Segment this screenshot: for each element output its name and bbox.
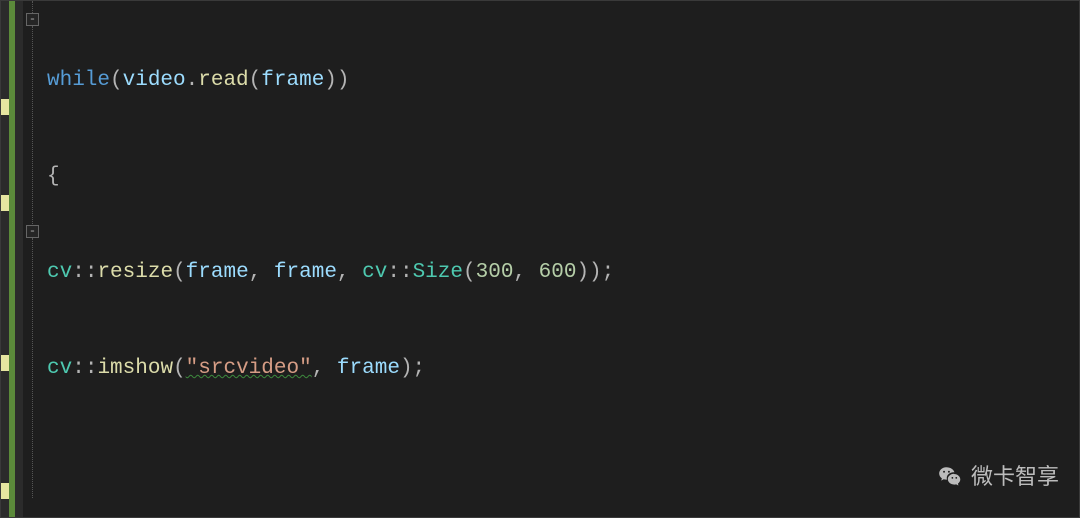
namespace: cv bbox=[362, 257, 387, 289]
function: resize bbox=[97, 257, 173, 289]
fold-column: - - bbox=[23, 1, 43, 517]
code-line: cv::resize(frame, frame, cv::Size(300, 6… bbox=[47, 257, 1079, 289]
identifier: frame bbox=[274, 257, 337, 289]
identifier: frame bbox=[186, 257, 249, 289]
gutter bbox=[1, 1, 23, 517]
code-line bbox=[47, 449, 1079, 481]
identifier: video bbox=[123, 65, 186, 97]
gutter-mark bbox=[1, 99, 9, 115]
number: 600 bbox=[539, 257, 577, 289]
code-area[interactable]: while (video.read(frame)) { cv::resize(f… bbox=[47, 1, 1079, 517]
identifier: frame bbox=[261, 65, 324, 97]
code-line: { bbox=[47, 161, 1079, 193]
function: imshow bbox=[97, 353, 173, 385]
gutter-change-bar bbox=[9, 1, 15, 517]
gutter-mark bbox=[1, 355, 9, 371]
code-editor[interactable]: - - while (video.read(frame)) { cv::resi… bbox=[0, 0, 1080, 518]
keyword: while bbox=[47, 65, 110, 97]
class: Size bbox=[413, 257, 463, 289]
code-line: while (video.read(frame)) bbox=[47, 65, 1079, 97]
fold-guide bbox=[32, 238, 34, 498]
namespace: cv bbox=[47, 257, 72, 289]
namespace: cv bbox=[47, 353, 72, 385]
number: 300 bbox=[476, 257, 514, 289]
watermark-text: 微卡智享 bbox=[971, 461, 1059, 493]
identifier: frame bbox=[337, 353, 400, 385]
code-line: cv::imshow("srcvideo", frame); bbox=[47, 353, 1079, 385]
watermark: 微卡智享 bbox=[937, 461, 1059, 493]
string-literal: "srcvideo" bbox=[186, 353, 312, 385]
function: read bbox=[198, 65, 248, 97]
wechat-icon bbox=[937, 464, 963, 490]
fold-toggle-icon[interactable]: - bbox=[26, 13, 39, 26]
gutter-mark bbox=[1, 483, 9, 499]
brace: { bbox=[47, 161, 60, 193]
gutter-mark bbox=[1, 195, 9, 211]
fold-guide bbox=[32, 26, 34, 226]
fold-toggle-icon[interactable]: - bbox=[26, 225, 39, 238]
